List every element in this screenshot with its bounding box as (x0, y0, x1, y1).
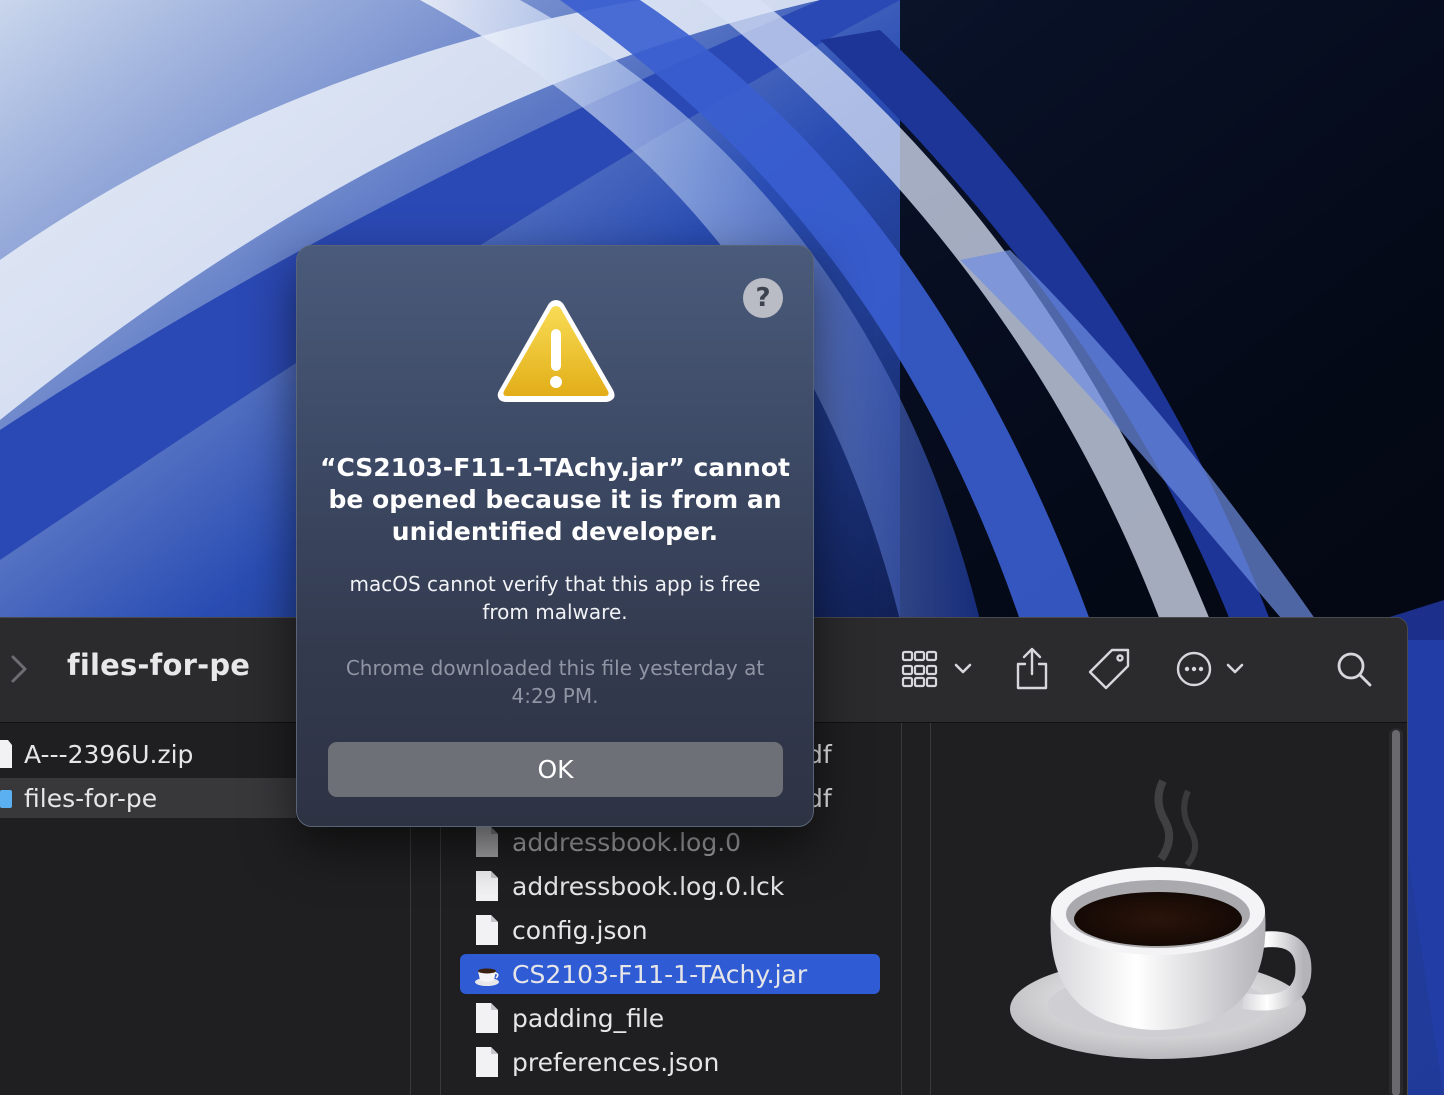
window-title: files-for-pe (67, 648, 251, 682)
dialog-download-note: Chrome downloaded this file yesterday at… (345, 656, 765, 708)
list-item[interactable]: CS2103-F11-1-TAchy.jar (460, 954, 880, 994)
java-coffee-cup-preview (1010, 779, 1312, 1059)
list-item[interactable]: addressbook.log.0.lck (474, 866, 784, 906)
grid-view-icon[interactable] (900, 646, 980, 692)
list-item-label: CS2103-F11-1-TAchy.jar (512, 959, 808, 989)
scrollbar-thumb[interactable] (1392, 730, 1400, 1095)
list-item[interactable]: preferences.json (474, 1042, 719, 1082)
folder-icon (0, 790, 12, 808)
list-item-label: files-for-pe (24, 783, 158, 813)
file-icon (476, 915, 498, 945)
share-icon[interactable] (1012, 646, 1052, 692)
chevron-right-icon[interactable] (8, 654, 30, 684)
file-icon (0, 740, 12, 768)
alert-dialog: ? “CS2103-F11-1-TAchy.jar” cannot be ope… (296, 245, 814, 827)
dialog-title: “CS2103-F11-1-TAchy.jar” cannot be opene… (320, 453, 790, 546)
list-item-label: padding_file (512, 1003, 665, 1033)
warning-icon (497, 300, 615, 402)
list-item-label: addressbook.log.0.lck (512, 871, 785, 901)
list-item[interactable]: files-for-pe (0, 778, 296, 818)
file-icon (476, 871, 498, 901)
search-icon[interactable] (1334, 646, 1374, 692)
list-item-label: preferences.json (512, 1047, 720, 1077)
file-icon (476, 1047, 498, 1077)
file-icon (476, 1003, 498, 1033)
scrollbar[interactable] (1389, 728, 1403, 1095)
dialog-message: macOS cannot verify that this app is fre… (349, 572, 761, 624)
java-coffee-icon (475, 968, 499, 986)
list-item[interactable]: addressbook.log.0 (474, 822, 741, 862)
preview-pane (930, 723, 1407, 1095)
ok-button[interactable]: OK (328, 742, 783, 797)
more-icon[interactable] (1174, 646, 1250, 692)
list-item-label: config.json (512, 915, 648, 945)
list-item[interactable]: config.json (474, 910, 648, 950)
list-item-label: addressbook.log.0 (512, 827, 742, 857)
file-icon (476, 827, 498, 857)
help-button[interactable]: ? (743, 278, 783, 318)
list-item-label: A---2396U.zip (24, 739, 194, 769)
tag-icon[interactable] (1088, 646, 1132, 692)
list-item[interactable]: padding_file (474, 998, 664, 1038)
